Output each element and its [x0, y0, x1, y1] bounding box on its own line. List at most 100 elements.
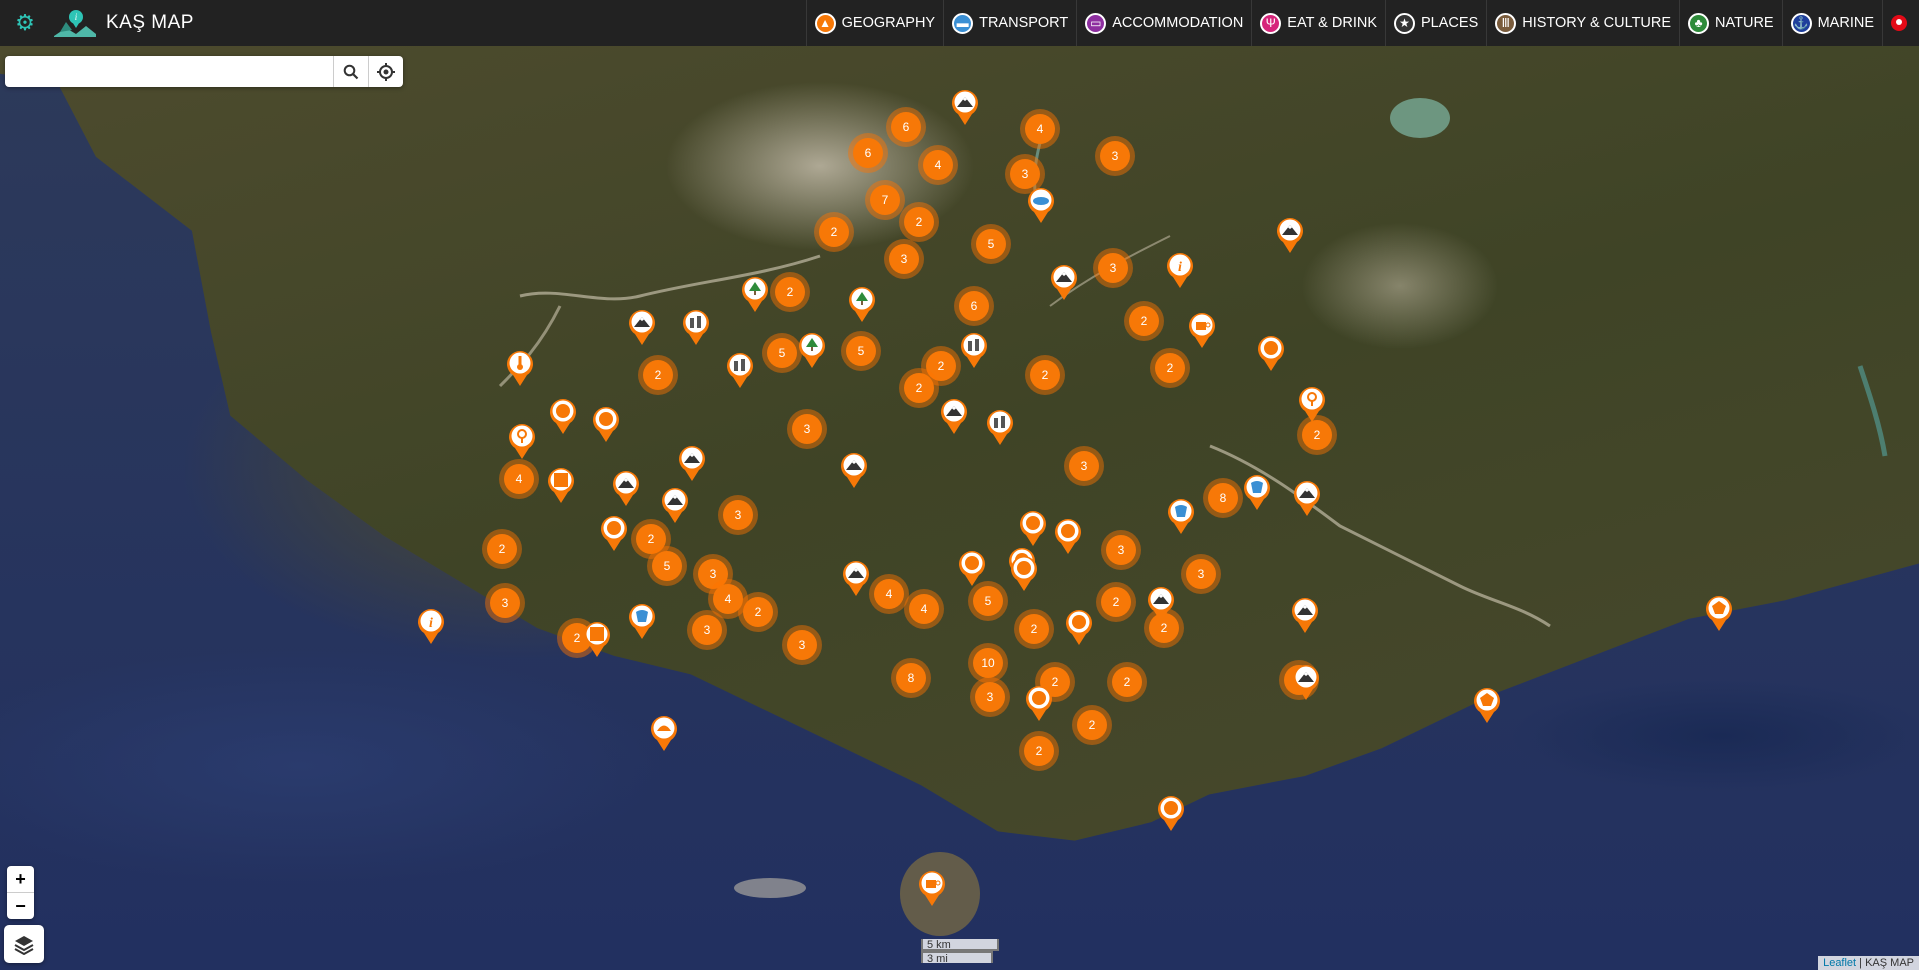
- poi-pin[interactable]: [611, 469, 641, 507]
- poi-pin[interactable]: [797, 331, 827, 369]
- poi-pin[interactable]: [505, 349, 535, 387]
- marker-cluster[interactable]: 2: [899, 368, 939, 408]
- poi-pin[interactable]: [1053, 517, 1083, 555]
- marker-cluster[interactable]: 5: [968, 581, 1008, 621]
- marker-cluster[interactable]: 3: [782, 625, 822, 665]
- nav-places[interactable]: ★ PLACES: [1385, 0, 1486, 46]
- poi-pin[interactable]: [957, 549, 987, 587]
- marker-cluster[interactable]: 6: [886, 107, 926, 147]
- poi-pin[interactable]: [582, 620, 612, 658]
- poi-pin[interactable]: [546, 466, 576, 504]
- poi-pin[interactable]: i: [1165, 251, 1195, 289]
- marker-cluster[interactable]: 6: [954, 286, 994, 326]
- nav-marine[interactable]: ⚓ MARINE: [1781, 0, 1882, 46]
- marker-cluster[interactable]: 8: [891, 658, 931, 698]
- marker-cluster[interactable]: 3: [787, 409, 827, 449]
- poi-pin[interactable]: [660, 486, 690, 524]
- marker-cluster[interactable]: 4: [918, 145, 958, 185]
- marker-cluster[interactable]: 7: [865, 180, 905, 220]
- marker-cluster[interactable]: 4: [1020, 109, 1060, 149]
- nav-accommodation[interactable]: ▭ ACCOMMODATION: [1076, 0, 1251, 46]
- marker-cluster[interactable]: 6: [848, 133, 888, 173]
- marker-cluster[interactable]: 2: [1072, 705, 1112, 745]
- poi-pin[interactable]: [1166, 497, 1196, 535]
- poi-pin[interactable]: [1297, 385, 1327, 423]
- locate-button[interactable]: [368, 56, 403, 87]
- nav-transport[interactable]: ▬ TRANSPORT: [943, 0, 1076, 46]
- marker-cluster[interactable]: 3: [1093, 248, 1133, 288]
- nav-nature[interactable]: ♣ NATURE: [1679, 0, 1782, 46]
- marker-cluster[interactable]: 4: [869, 574, 909, 614]
- gear-icon[interactable]: ⚙: [14, 12, 36, 34]
- poi-pin[interactable]: [1049, 263, 1079, 301]
- poi-pin[interactable]: [839, 451, 869, 489]
- poi-pin[interactable]: [1704, 594, 1734, 632]
- poi-pin[interactable]: [649, 714, 679, 752]
- marker-cluster[interactable]: 2: [1124, 301, 1164, 341]
- marker-cluster[interactable]: 2: [638, 355, 678, 395]
- poi-pin[interactable]: [1472, 686, 1502, 724]
- marker-cluster[interactable]: 2: [770, 272, 810, 312]
- marker-cluster[interactable]: 2: [1019, 731, 1059, 771]
- poi-pin[interactable]: [507, 422, 537, 460]
- poi-pin[interactable]: [681, 308, 711, 346]
- marker-cluster[interactable]: 5: [841, 331, 881, 371]
- poi-pin[interactable]: [1156, 794, 1186, 832]
- poi-pin[interactable]: [1275, 216, 1305, 254]
- nav-history-culture[interactable]: Ⅲ HISTORY & CULTURE: [1486, 0, 1679, 46]
- poi-pin[interactable]: [1018, 509, 1048, 547]
- marker-cluster[interactable]: 2: [1107, 662, 1147, 702]
- poi-pin[interactable]: [917, 869, 947, 907]
- marker-cluster[interactable]: 5: [762, 333, 802, 373]
- marker-cluster[interactable]: 8: [1203, 478, 1243, 518]
- nav-geography[interactable]: ▲ GEOGRAPHY: [805, 0, 943, 46]
- marker-cluster[interactable]: 3: [687, 610, 727, 650]
- poi-pin[interactable]: [1256, 334, 1286, 372]
- poi-pin[interactable]: [725, 351, 755, 389]
- marker-cluster[interactable]: 5: [647, 546, 687, 586]
- marker-cluster[interactable]: 2: [482, 529, 522, 569]
- poi-pin[interactable]: [677, 444, 707, 482]
- layers-button[interactable]: [4, 925, 44, 963]
- marker-cluster[interactable]: 3: [718, 495, 758, 535]
- nav-eat-drink[interactable]: Ψ EAT & DRINK: [1251, 0, 1385, 46]
- poi-pin[interactable]: [959, 331, 989, 369]
- marker-cluster[interactable]: 2: [899, 202, 939, 242]
- marker-cluster[interactable]: 5: [971, 224, 1011, 264]
- poi-pin[interactable]: [627, 602, 657, 640]
- marker-cluster[interactable]: 3: [1064, 446, 1104, 486]
- marker-cluster[interactable]: 3: [1101, 530, 1141, 570]
- poi-pin[interactable]: [1026, 186, 1056, 224]
- marker-cluster[interactable]: 2: [1096, 582, 1136, 622]
- zoom-out-button[interactable]: −: [7, 892, 34, 919]
- marker-cluster[interactable]: 4: [904, 589, 944, 629]
- search-input[interactable]: [5, 56, 333, 87]
- marker-cluster[interactable]: 2: [1025, 355, 1065, 395]
- poi-pin[interactable]: [950, 88, 980, 126]
- marker-cluster[interactable]: 2: [1014, 609, 1054, 649]
- marker-cluster[interactable]: 4: [499, 459, 539, 499]
- poi-pin[interactable]: [1292, 479, 1322, 517]
- poi-pin[interactable]: [1009, 554, 1039, 592]
- poi-pin[interactable]: [1242, 473, 1272, 511]
- poi-pin[interactable]: [847, 285, 877, 323]
- poi-pin[interactable]: [1146, 585, 1176, 623]
- poi-pin[interactable]: [1064, 608, 1094, 646]
- satellite-map[interactable]: 6 4 3 6 4 3 7 2 2 3 5 3 2 6 2 5 5 2 2 2 …: [0, 46, 1919, 970]
- attribution-site[interactable]: KAŞ MAP: [1865, 957, 1914, 969]
- poi-pin[interactable]: [939, 397, 969, 435]
- marker-cluster[interactable]: 3: [1095, 136, 1135, 176]
- poi-pin[interactable]: [985, 408, 1015, 446]
- poi-pin[interactable]: [599, 514, 629, 552]
- poi-pin[interactable]: [627, 308, 657, 346]
- poi-pin[interactable]: i: [416, 607, 446, 645]
- marker-cluster[interactable]: 2: [1150, 348, 1190, 388]
- marker-cluster[interactable]: 3: [970, 677, 1010, 717]
- poi-pin[interactable]: [1290, 596, 1320, 634]
- poi-pin[interactable]: [1291, 663, 1321, 701]
- marker-cluster[interactable]: 3: [485, 583, 525, 623]
- poi-pin[interactable]: [1187, 311, 1217, 349]
- poi-pin[interactable]: [591, 405, 621, 443]
- search-button[interactable]: [333, 56, 368, 87]
- poi-pin[interactable]: [841, 559, 871, 597]
